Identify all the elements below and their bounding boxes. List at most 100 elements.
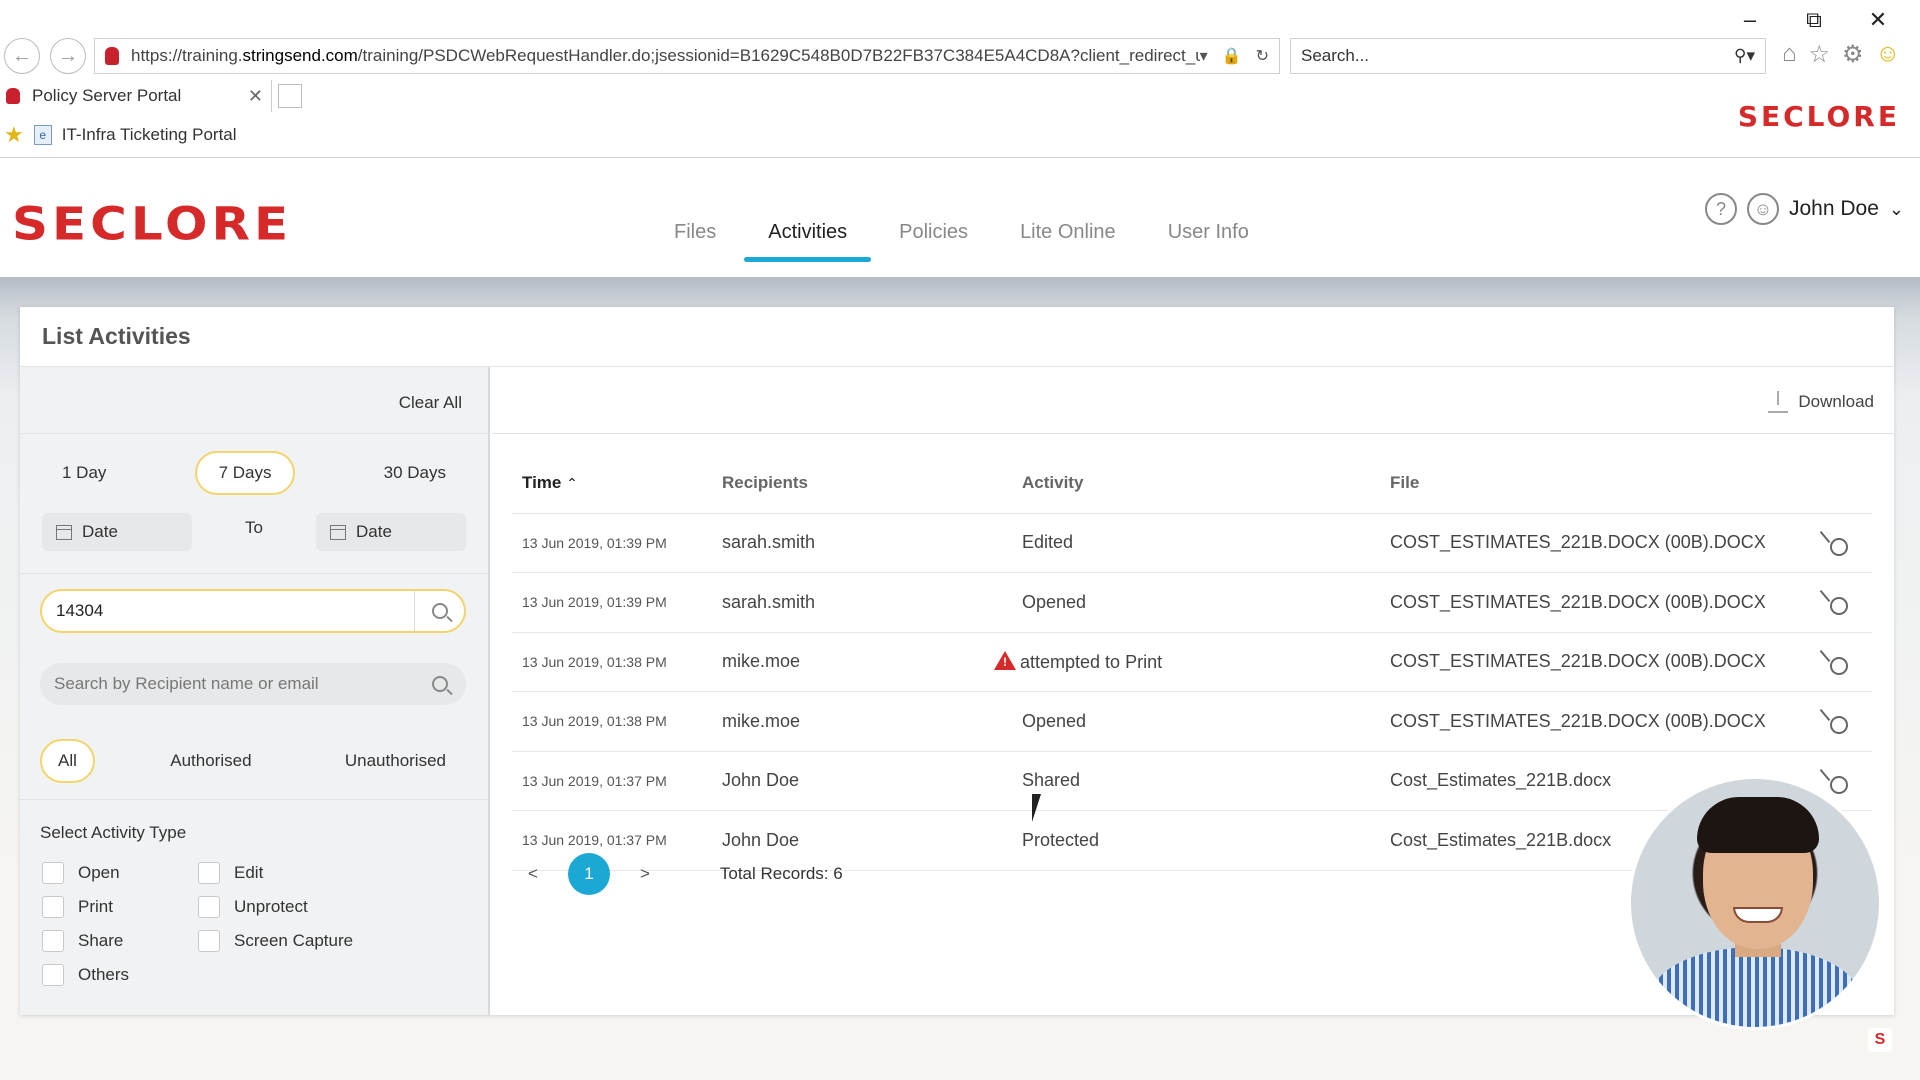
- mouse-cursor: [1032, 794, 1041, 822]
- page-1-button[interactable]: 1: [567, 853, 610, 895]
- checkbox-print[interactable]: Print: [42, 895, 198, 919]
- filter-unauthorised[interactable]: Unauthorised: [327, 739, 464, 783]
- close-window-button[interactable]: ✕: [1846, 4, 1910, 36]
- address-bar[interactable]: https://training.stringsend.com/training…: [94, 38, 1280, 74]
- close-tab-icon[interactable]: ✕: [248, 86, 263, 107]
- trace-icon[interactable]: [1822, 708, 1848, 735]
- column-recipients: Recipients: [712, 453, 1012, 514]
- column-activity: Activity: [1012, 453, 1380, 514]
- date-to-label: To: [245, 518, 263, 537]
- trace-icon[interactable]: [1822, 649, 1848, 675]
- minimize-button[interactable]: –: [1718, 4, 1782, 36]
- main-nav: Files Activities Policies Lite Online Us…: [648, 221, 1275, 262]
- checkbox-open[interactable]: Open: [42, 861, 198, 885]
- checkbox-unprotect[interactable]: Unprotect: [198, 895, 398, 919]
- table-row[interactable]: 13 Jun 2019, 01:38 PM mike.moe attempted…: [512, 632, 1872, 692]
- table-row[interactable]: 13 Jun 2019, 01:37 PM John Doe Shared Co…: [512, 751, 1872, 811]
- filter-authorised[interactable]: Authorised: [152, 739, 269, 783]
- tab-favicon: [6, 88, 20, 104]
- nav-policies[interactable]: Policies: [873, 221, 994, 262]
- trace-icon[interactable]: [1822, 589, 1848, 616]
- favorite-link[interactable]: IT-Infra Ticketing Portal: [62, 125, 237, 145]
- checkbox-edit[interactable]: Edit: [198, 861, 398, 885]
- user-name[interactable]: John Doe: [1789, 197, 1879, 221]
- nav-lite-online[interactable]: Lite Online: [994, 221, 1142, 262]
- checkbox-screen-capture[interactable]: Screen Capture: [198, 929, 398, 953]
- trace-icon[interactable]: [1822, 530, 1848, 556]
- user-menu[interactable]: ? ☺ John Doe ⌄: [1705, 193, 1904, 225]
- back-button[interactable]: ←: [4, 38, 40, 74]
- column-time[interactable]: Time ⌃: [512, 453, 712, 514]
- dropdown-icon[interactable]: ▾: [1200, 46, 1208, 66]
- chevron-down-icon[interactable]: ⌄: [1889, 199, 1904, 220]
- home-icon[interactable]: ⌂: [1782, 40, 1797, 69]
- browser-chrome: ← → https://training.stringsend.com/trai…: [0, 0, 1920, 158]
- gear-icon[interactable]: ⚙: [1842, 40, 1864, 69]
- sort-asc-icon[interactable]: ⌃: [566, 475, 578, 491]
- checkbox-share[interactable]: Share: [42, 929, 198, 953]
- ie-page-icon: e: [33, 125, 52, 145]
- calendar-icon: [56, 524, 72, 540]
- range-30-days[interactable]: 30 Days: [360, 451, 470, 495]
- browser-tab[interactable]: Policy Server Portal ✕: [0, 80, 272, 112]
- nav-activities[interactable]: Activities: [742, 221, 873, 262]
- file-id-search-input[interactable]: 14304: [40, 589, 466, 633]
- nav-files[interactable]: Files: [648, 221, 742, 262]
- trace-icon[interactable]: [1822, 768, 1848, 794]
- content-area: List Activities Clear All 1 Day 7 Days 3…: [0, 277, 1920, 1080]
- calendar-icon: [330, 524, 346, 540]
- site-icon: [105, 47, 119, 65]
- date-to-picker[interactable]: Date: [316, 513, 466, 551]
- search-icon[interactable]: [432, 676, 448, 692]
- user-avatar-icon: ☺: [1747, 193, 1779, 225]
- forward-button[interactable]: →: [50, 38, 86, 74]
- url-text: https://training.stringsend.com/training…: [131, 46, 1200, 65]
- download-button[interactable]: Download: [1768, 391, 1874, 413]
- activity-type-title: Select Activity Type: [40, 823, 187, 842]
- recipient-search-input[interactable]: Search by Recipient name or email: [40, 663, 466, 705]
- filter-sidebar: Clear All 1 Day 7 Days 30 Days Date To D…: [20, 367, 490, 1015]
- activity-table: Time ⌃ Recipients Activity File 13 Jun 2…: [512, 453, 1872, 871]
- custom-date-range: Date To Date: [42, 513, 466, 551]
- help-icon[interactable]: ?: [1705, 193, 1737, 225]
- search-icon[interactable]: ⚲▾: [1734, 46, 1755, 66]
- smiley-icon[interactable]: ☺: [1876, 40, 1901, 69]
- seclore-logo: SECLORE: [12, 197, 293, 251]
- clear-all-link[interactable]: Clear All: [399, 393, 462, 413]
- activities-panel: List Activities Clear All 1 Day 7 Days 3…: [20, 307, 1894, 1015]
- tab-title: Policy Server Portal: [32, 86, 182, 105]
- nav-user-info[interactable]: User Info: [1142, 221, 1275, 262]
- filter-all[interactable]: All: [40, 739, 95, 783]
- range-1-day[interactable]: 1 Day: [38, 451, 130, 495]
- next-page-button[interactable]: >: [640, 864, 650, 884]
- favorites-icon[interactable]: ★: [4, 122, 24, 148]
- refresh-icon[interactable]: ↻: [1256, 46, 1269, 66]
- toolbar-brand-logo: SECLORE: [1737, 100, 1900, 133]
- panel-title: List Activities: [20, 307, 1894, 367]
- webcam-overlay: [1628, 776, 1882, 1030]
- table-row[interactable]: 13 Jun 2019, 01:39 PM sarah.smith Edited…: [512, 513, 1872, 573]
- prev-page-button[interactable]: <: [528, 864, 538, 884]
- app-header: SECLORE Files Activities Policies Lite O…: [0, 159, 1920, 277]
- activity-type-checkboxes: Open Edit Print Unprotect Share Screen C…: [42, 861, 398, 987]
- total-records: Total Records: 6: [719, 864, 843, 883]
- favorites-star-icon[interactable]: ☆: [1809, 40, 1831, 69]
- new-tab-button[interactable]: [278, 84, 302, 108]
- pagination: < 1 > Total Records: 6: [528, 853, 843, 895]
- warning-icon: [994, 650, 1016, 670]
- range-7-days[interactable]: 7 Days: [194, 451, 296, 495]
- date-from-picker[interactable]: Date: [42, 513, 192, 551]
- search-icon: [431, 603, 448, 619]
- table-row[interactable]: 13 Jun 2019, 01:38 PM mike.moe Opened CO…: [512, 691, 1872, 752]
- restore-button[interactable]: ⧉: [1782, 4, 1846, 36]
- table-row[interactable]: 13 Jun 2019, 01:39 PM sarah.smith Opened…: [512, 572, 1872, 633]
- browser-search-input[interactable]: Search... ⚲▾: [1290, 38, 1766, 74]
- seclore-corner-icon: S: [1868, 1028, 1892, 1052]
- search-button[interactable]: [414, 591, 464, 631]
- authorisation-filter: All Authorised Unauthorised: [40, 739, 464, 783]
- favorites-bar: ★ e IT-Infra Ticketing Portal: [0, 120, 237, 150]
- download-icon: [1768, 391, 1789, 413]
- checkbox-others[interactable]: Others: [42, 963, 198, 987]
- lock-icon[interactable]: 🔒: [1222, 46, 1242, 66]
- date-range-selector: 1 Day 7 Days 30 Days: [38, 451, 470, 495]
